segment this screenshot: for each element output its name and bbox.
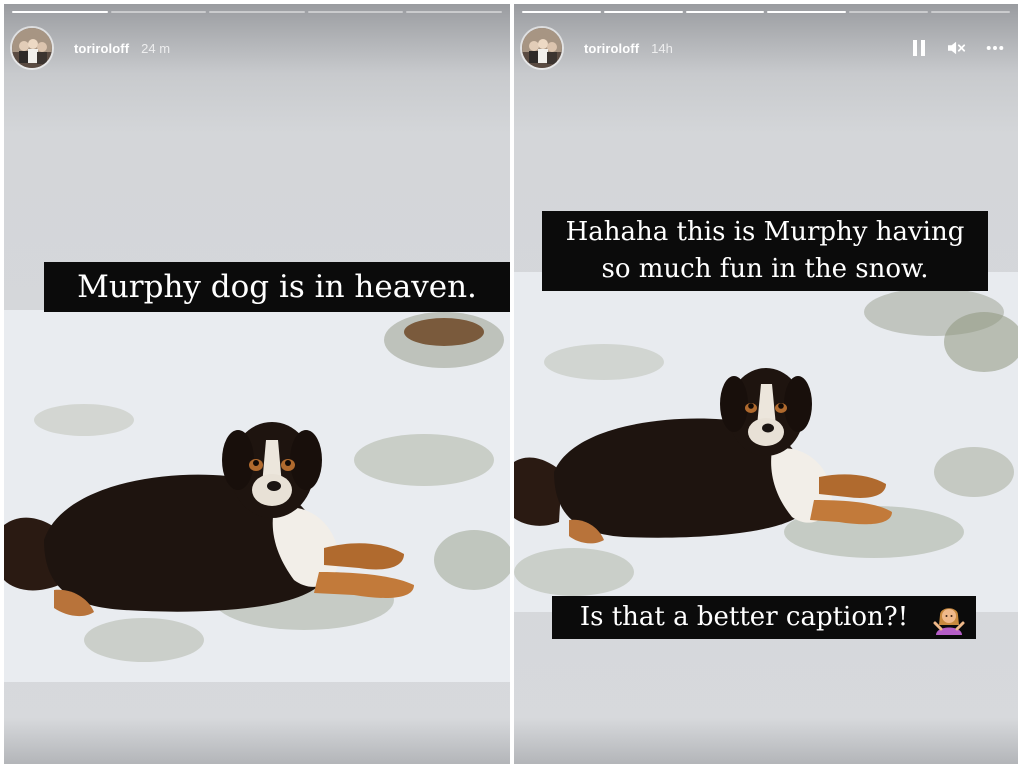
mute-icon[interactable]: [948, 39, 966, 57]
progress-segment: [209, 11, 305, 13]
username[interactable]: toriroloff: [584, 41, 639, 56]
woman-shrugging-emoji-icon: [932, 601, 966, 635]
caption-text: Murphy dog is in heaven.: [77, 269, 477, 305]
story-caption: Murphy dog is in heaven.: [44, 262, 510, 312]
story-panel-left[interactable]: toriroloff 24 m Murphy dog is in heaven.: [4, 4, 510, 764]
progress-segment: [849, 11, 929, 13]
username[interactable]: toriroloff: [74, 41, 129, 56]
progress-segment: [685, 11, 765, 13]
progress-segment: [931, 11, 1010, 13]
story-caption-top: Hahaha this is Murphy having so much fun…: [542, 211, 988, 291]
progress-segment: [522, 11, 601, 13]
story-timestamp: 24 m: [141, 40, 171, 56]
caption-text: Is that a better caption?!: [579, 602, 909, 632]
avatar[interactable]: [12, 28, 52, 68]
caption-line: so much fun in the snow.: [601, 254, 929, 284]
story-progress-bar: [522, 11, 1010, 13]
progress-segment: [603, 11, 683, 13]
progress-segment: [110, 11, 207, 13]
progress-segment: [12, 11, 108, 13]
story-panel-right[interactable]: toriroloff 14h Hahaha this is Murphy hav…: [514, 4, 1018, 764]
story-timestamp: 14h: [651, 40, 673, 56]
story-caption-bottom: Is that a better caption?!: [552, 596, 976, 639]
story-photo-dog-in-snow: [4, 310, 510, 682]
more-options-icon[interactable]: [986, 39, 1004, 57]
story-controls: [910, 39, 1004, 57]
story-progress-bar: [12, 11, 502, 13]
story-header: toriroloff 14h: [522, 28, 1004, 68]
story-header: toriroloff 24 m: [12, 28, 496, 68]
progress-segment: [767, 11, 847, 13]
pause-icon[interactable]: [910, 39, 928, 57]
story-photo-dog-in-snow: [514, 272, 1018, 612]
avatar[interactable]: [522, 28, 562, 68]
caption-line: Hahaha this is Murphy having: [565, 217, 965, 247]
progress-segment: [307, 11, 404, 13]
progress-segment: [406, 11, 502, 13]
